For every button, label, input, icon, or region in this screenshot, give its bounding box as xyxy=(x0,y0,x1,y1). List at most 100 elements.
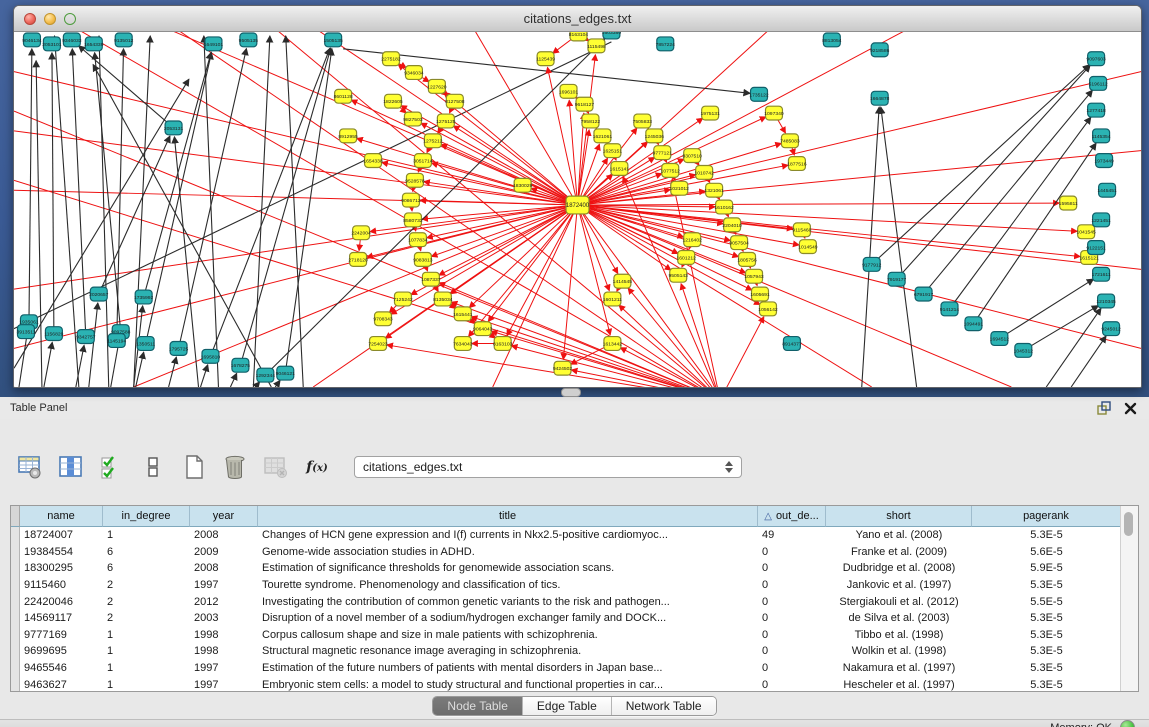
graph-node[interactable]: 1115498 xyxy=(587,39,606,53)
graph-node[interactable]: 1056142 xyxy=(758,302,778,316)
graph-node[interactable]: 3913511 xyxy=(16,325,35,339)
graph-node[interactable]: 9083813 xyxy=(413,253,433,267)
graph-node[interactable]: 8580732 xyxy=(403,213,423,227)
graph-node[interactable]: 9708343 xyxy=(373,312,393,326)
graph-node[interactable]: 1605691 xyxy=(750,287,770,301)
graph-node[interactable]: 9424502 xyxy=(553,361,573,375)
tab-network-table[interactable]: Network Table xyxy=(611,697,716,715)
scrollbar-thumb[interactable] xyxy=(1124,512,1133,536)
graph-node[interactable]: 1654338 xyxy=(363,154,383,168)
table-row[interactable]: 1872400712008Changes of HCN gene express… xyxy=(11,527,1121,544)
graph-node[interactable]: 1654339 xyxy=(84,37,104,51)
column-header-indegree[interactable]: in_degree xyxy=(103,506,190,527)
graph-node[interactable]: 7634043 xyxy=(453,337,473,351)
graph-node[interactable]: 1445451 xyxy=(1097,183,1117,197)
graph-node[interactable]: 8127508 xyxy=(445,94,465,108)
graph-node[interactable]: 8163104 xyxy=(569,32,589,41)
graph-node[interactable]: 1595811 xyxy=(1059,196,1078,210)
graph-node[interactable]: 2275182 xyxy=(381,52,401,66)
graph-node[interactable]: 8601128 xyxy=(334,89,353,103)
graph-node[interactable]: 1350511 xyxy=(136,337,155,351)
graph-node[interactable]: 1210345 xyxy=(1096,294,1116,308)
graph-node[interactable]: 2020657 xyxy=(89,287,109,301)
table-row[interactable]: 977716911998Corpus callosum shape and si… xyxy=(11,627,1121,644)
graph-node[interactable]: 3051714 xyxy=(413,154,433,168)
table-selector-dropdown[interactable]: citations_edges.txt xyxy=(354,456,742,478)
graph-node[interactable]: 8813054 xyxy=(822,33,842,47)
minimize-window-button[interactable] xyxy=(44,13,56,25)
graph-node[interactable]: 7857224 xyxy=(656,37,676,51)
graph-node[interactable]: 5196112 xyxy=(1089,76,1108,90)
graph-node[interactable]: 1094491 xyxy=(964,317,984,331)
table-row[interactable]: 946554611997Estimation of the future num… xyxy=(11,660,1121,677)
graph-node[interactable]: 9064043 xyxy=(473,322,493,336)
graph-node[interactable]: 1615441 xyxy=(453,307,473,321)
table-row[interactable]: 1456911722003Disruption of a novel membe… xyxy=(11,610,1121,627)
graph-node[interactable]: 1292344 xyxy=(256,368,276,382)
graph-node[interactable]: 1603380 xyxy=(602,32,622,39)
graph-node[interactable]: 9505135 xyxy=(239,33,259,47)
graph-node[interactable]: 1227620 xyxy=(427,79,447,93)
column-header-title[interactable]: title xyxy=(258,506,758,527)
graph-node[interactable]: 1077512 xyxy=(661,164,681,178)
graph-node[interactable]: 6791917 xyxy=(914,287,934,301)
graph-node[interactable]: 7958122 xyxy=(581,114,601,128)
graph-node[interactable]: 1221451 xyxy=(1091,213,1111,227)
graph-node[interactable]: 9777121 xyxy=(653,146,673,160)
graph-node[interactable]: 1975131 xyxy=(700,106,720,120)
network-canvas[interactable]: 1872400227518293460341227620812750812751… xyxy=(14,32,1141,387)
graph-node[interactable]: 1041545 xyxy=(1076,225,1096,239)
network-window-titlebar[interactable]: citations_edges.txt xyxy=(14,6,1141,32)
graph-node[interactable]: 2242004 xyxy=(351,226,371,240)
graph-node[interactable]: 9046121 xyxy=(276,366,296,380)
tab-edge-table[interactable]: Edge Table xyxy=(522,697,611,715)
graph-node[interactable]: 9046134 xyxy=(22,33,42,47)
graph-node[interactable]: 1014549 xyxy=(798,240,818,254)
graph-node[interactable]: 1275125 xyxy=(436,114,456,128)
column-header-pagerank[interactable]: pagerank xyxy=(972,506,1121,527)
graph-node[interactable]: 1973449 xyxy=(1094,154,1114,168)
graph-node[interactable]: 1694512 xyxy=(990,332,1010,346)
graph-node[interactable]: 9177912 xyxy=(862,257,882,271)
column-header-name[interactable]: name xyxy=(20,506,103,527)
graph-node[interactable]: 9528578 xyxy=(405,173,425,187)
graph-node[interactable]: 1125439 xyxy=(536,52,555,66)
graph-node[interactable]: 1678275 xyxy=(231,358,251,372)
new-file-icon[interactable] xyxy=(180,453,208,481)
graph-node[interactable]: 9505143 xyxy=(669,268,689,282)
graph-node[interactable]: 1795725 xyxy=(169,342,189,356)
table-row[interactable]: 1938455462009Genome-wide association stu… xyxy=(11,544,1121,561)
graph-node[interactable]: 1621061 xyxy=(593,129,613,143)
table-row[interactable]: 969969511998Structural magnetic resonanc… xyxy=(11,643,1121,660)
select-rows-icon[interactable] xyxy=(98,453,126,481)
graph-node[interactable]: 9245012 xyxy=(1101,322,1121,336)
graph-node[interactable]: 1696101 xyxy=(559,84,579,98)
graph-node[interactable]: 1822605 xyxy=(383,94,403,108)
graph-node[interactable]: 1277418 xyxy=(1086,103,1106,117)
window-resize-nub[interactable] xyxy=(561,388,581,397)
graph-node[interactable]: 1045312 xyxy=(1014,343,1034,357)
graph-node[interactable]: 1245036 xyxy=(645,129,665,143)
memory-status-indicator[interactable] xyxy=(1120,720,1135,727)
column-edit-icon[interactable] xyxy=(57,453,85,481)
graph-node[interactable]: 1156829 xyxy=(44,327,63,341)
graph-node[interactable]: 8912955 xyxy=(338,129,358,143)
graph-node[interactable]: 7485083 xyxy=(780,134,800,148)
graph-node[interactable]: 7125242 xyxy=(393,292,413,306)
graph-node[interactable]: 7505833 xyxy=(633,114,653,128)
function-builder-icon[interactable]: f(x) xyxy=(303,453,331,481)
graph-node[interactable]: 1021012 xyxy=(670,181,690,195)
graph-node[interactable]: 1216402 xyxy=(683,233,703,247)
graph-node[interactable]: 2053131 xyxy=(164,121,184,135)
graph-node[interactable]: 9346034 xyxy=(404,66,424,80)
graph-node[interactable]: 1601212 xyxy=(677,251,697,265)
graph-node[interactable]: 1010742 xyxy=(694,165,714,179)
table-row[interactable]: 1830029562008Estimation of significance … xyxy=(11,560,1121,577)
table-row[interactable]: 946362711997Embryonic stem cells: a mode… xyxy=(11,676,1121,692)
graph-node[interactable]: 9342757 xyxy=(76,330,96,344)
graph-node[interactable]: 1613442 xyxy=(603,337,623,351)
graph-node[interactable]: 1321061 xyxy=(704,183,724,197)
graph-node[interactable]: 1877516 xyxy=(787,157,807,171)
graph-node[interactable]: 1097340 xyxy=(764,106,784,120)
column-header-outde[interactable]: △out_de... xyxy=(758,506,826,527)
